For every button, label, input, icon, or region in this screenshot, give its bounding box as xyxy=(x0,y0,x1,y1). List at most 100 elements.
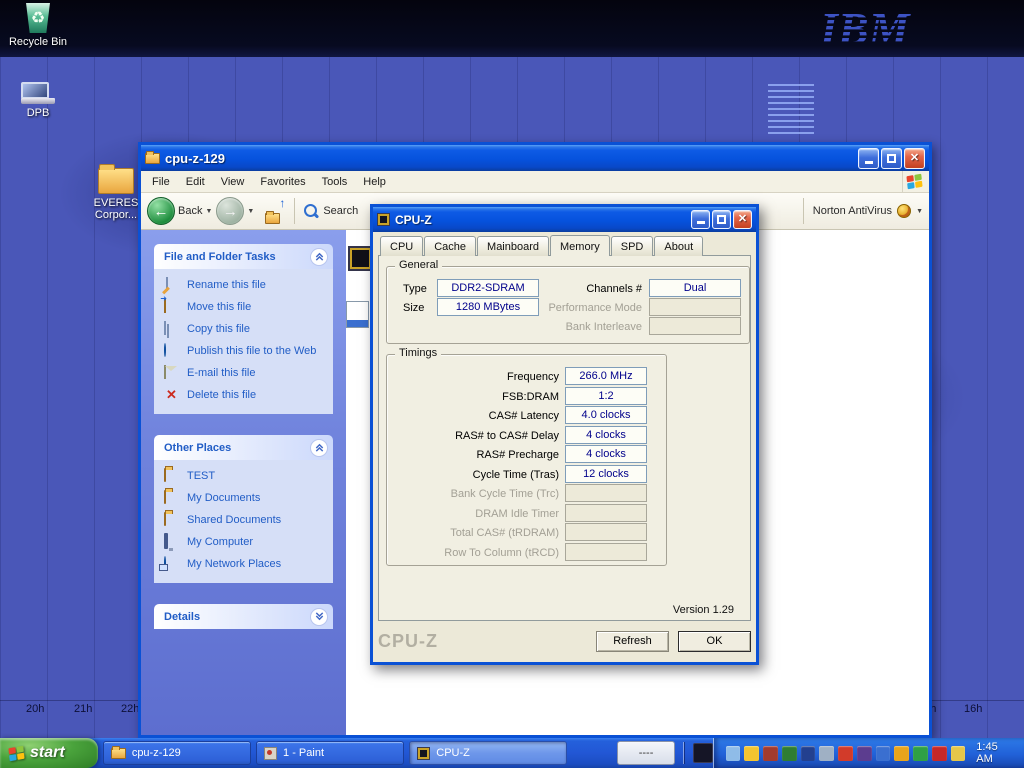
taskbar-button-dashes[interactable]: ---- xyxy=(617,741,674,765)
memory-tab-panel: General Type DDR2-SDRAM Size 1280 MBytes… xyxy=(378,255,751,621)
my-documents-icon xyxy=(164,490,166,504)
tray-icon[interactable] xyxy=(894,746,909,761)
shared-documents-icon xyxy=(164,512,166,526)
forward-dropdown-icon[interactable]: ▼ xyxy=(247,208,254,215)
panel-header-other-places[interactable]: Other Places xyxy=(154,435,333,460)
taskbar-button-cpuz[interactable]: CPU-Z xyxy=(409,741,567,765)
forward-button[interactable]: → ▼ xyxy=(216,197,254,225)
cycle-time-value: 12 clocks xyxy=(565,465,647,483)
minimize-button[interactable] xyxy=(858,148,879,169)
start-button[interactable]: start xyxy=(0,738,98,768)
menu-item-file[interactable]: File xyxy=(144,173,178,191)
back-icon: ← xyxy=(147,197,175,225)
window-title: cpu-z-129 xyxy=(165,151,853,166)
cycle-time-label: Cycle Time (Tras) xyxy=(391,466,559,484)
task-email-this-file[interactable]: E-mail this file xyxy=(164,366,323,380)
task-copy-this-file[interactable]: Copy this file xyxy=(164,322,323,336)
chevron-up-icon[interactable] xyxy=(310,439,328,457)
panel-header-details[interactable]: Details xyxy=(154,604,333,629)
tray-icon[interactable] xyxy=(819,746,834,761)
email-icon xyxy=(164,365,166,379)
taskbar-button-cpu-z-129[interactable]: cpu-z-129 xyxy=(103,741,251,765)
chevron-down-icon[interactable] xyxy=(310,608,328,626)
frequency-value: 266.0 MHz xyxy=(565,367,647,385)
tray-icon[interactable] xyxy=(951,746,966,761)
tray-icon[interactable] xyxy=(744,746,759,761)
desktop-icon-dpb[interactable]: DPB xyxy=(6,82,70,119)
taskbar-button-paint[interactable]: 1 - Paint xyxy=(256,741,404,765)
tab-cpu[interactable]: CPU xyxy=(380,236,423,256)
desktop-icon-recycle-bin[interactable]: ♻ Recycle Bin xyxy=(6,3,70,48)
timezone-label: 22h xyxy=(121,703,139,715)
refresh-button[interactable]: Refresh xyxy=(596,631,669,652)
bank-cycle-time-value xyxy=(565,484,647,502)
place-my-documents[interactable]: My Documents xyxy=(164,491,323,505)
general-groupbox: General Type DDR2-SDRAM Size 1280 MBytes… xyxy=(386,266,750,344)
tray-icon[interactable] xyxy=(763,746,778,761)
folder-icon xyxy=(111,748,126,759)
tab-spd[interactable]: SPD xyxy=(611,236,654,256)
desktop-icon-label: Recycle Bin xyxy=(6,36,70,48)
tab-mainboard[interactable]: Mainboard xyxy=(477,236,549,256)
fsb-dram-value: 1:2 xyxy=(565,387,647,405)
place-my-computer[interactable]: My Computer xyxy=(164,535,323,549)
ok-button[interactable]: OK xyxy=(678,631,751,652)
tray-icon[interactable] xyxy=(726,746,741,761)
tray-icon[interactable] xyxy=(857,746,872,761)
task-move-this-file[interactable]: Move this file xyxy=(164,300,323,314)
windows-flag-icon xyxy=(8,745,24,761)
rename-icon xyxy=(166,277,168,291)
panel-other-places: Other Places TEST My Documents xyxy=(154,435,333,583)
place-test[interactable]: TEST xyxy=(164,469,323,483)
task-rename-this-file[interactable]: Rename this file xyxy=(164,278,323,292)
delete-icon: ✕ xyxy=(166,387,177,402)
tray-icon[interactable] xyxy=(913,746,928,761)
tab-cache[interactable]: Cache xyxy=(424,236,476,256)
menu-item-favorites[interactable]: Favorites xyxy=(252,173,313,191)
file-icon[interactable] xyxy=(346,301,369,328)
close-button[interactable]: ✕ xyxy=(733,210,752,229)
chevron-up-icon[interactable] xyxy=(310,248,328,266)
row-to-column-value xyxy=(565,543,647,561)
tray-icon[interactable] xyxy=(782,746,797,761)
explorer-titlebar[interactable]: cpu-z-129 ✕ xyxy=(141,145,929,171)
tab-about[interactable]: About xyxy=(654,236,703,256)
maximize-button[interactable] xyxy=(712,210,731,229)
taskbar-dark-icon[interactable] xyxy=(693,743,713,763)
explorer-menubar: File Edit View Favorites Tools Help xyxy=(141,171,929,193)
explorer-task-pane: File and Folder Tasks Rename this file M… xyxy=(141,230,346,735)
paint-icon xyxy=(264,747,277,760)
tray-icon[interactable] xyxy=(876,746,891,761)
forward-icon: → xyxy=(216,197,244,225)
task-delete-this-file[interactable]: ✕ Delete this file xyxy=(164,388,323,402)
close-button[interactable]: ✕ xyxy=(904,148,925,169)
tab-memory[interactable]: Memory xyxy=(550,235,610,256)
version-text: Version 1.29 xyxy=(673,604,734,616)
menu-item-tools[interactable]: Tools xyxy=(314,173,356,191)
back-button[interactable]: ← Back ▼ xyxy=(147,197,212,225)
norton-dropdown-icon[interactable]: ▼ xyxy=(916,208,923,215)
maximize-button[interactable] xyxy=(881,148,902,169)
tray-icon[interactable] xyxy=(801,746,816,761)
performance-mode-label: Performance Mode xyxy=(517,299,642,317)
taskbar-clock[interactable]: 1:45 AM xyxy=(976,741,1016,765)
up-folder-icon xyxy=(265,213,280,224)
norton-antivirus-button[interactable]: Norton AntiVirus ▼ xyxy=(799,198,923,224)
up-button[interactable]: ↑ xyxy=(258,198,286,224)
minimize-button[interactable] xyxy=(691,210,710,229)
menu-item-edit[interactable]: Edit xyxy=(178,173,213,191)
my-computer-icon xyxy=(164,533,168,549)
cpuz-titlebar[interactable]: CPU-Z ✕ xyxy=(373,207,756,232)
panel-details: Details xyxy=(154,604,333,629)
tray-icon[interactable] xyxy=(932,746,947,761)
menu-item-view[interactable]: View xyxy=(213,173,253,191)
menu-item-help[interactable]: Help xyxy=(355,173,394,191)
panel-header-file-tasks[interactable]: File and Folder Tasks xyxy=(154,244,333,269)
task-publish-to-web[interactable]: Publish this file to the Web xyxy=(164,344,323,358)
search-button[interactable]: Search xyxy=(303,203,358,220)
tray-icon[interactable] xyxy=(838,746,853,761)
back-dropdown-icon[interactable]: ▼ xyxy=(205,208,212,215)
move-icon xyxy=(164,299,166,313)
place-shared-documents[interactable]: Shared Documents xyxy=(164,513,323,527)
place-my-network-places[interactable]: My Network Places xyxy=(164,557,323,571)
